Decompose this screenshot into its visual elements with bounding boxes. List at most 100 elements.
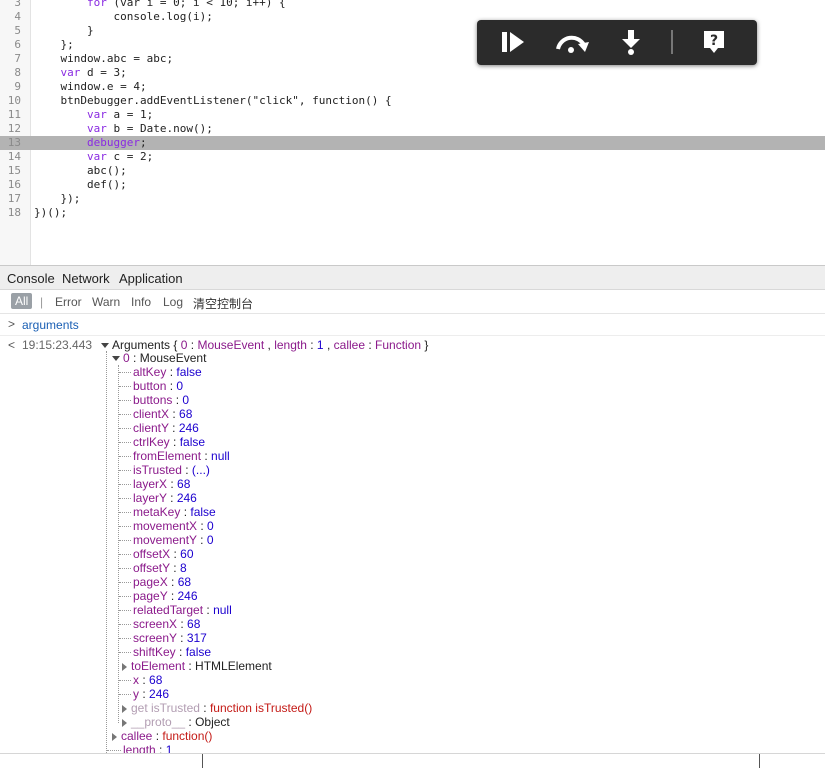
code-keyword: var [86,122,107,135]
line-number[interactable]: 4 [0,10,21,24]
filter-error[interactable]: Error [55,295,82,309]
code-content: }; [60,38,74,51]
prop-key: clientY [133,421,169,435]
line-number[interactable]: 3 [0,0,21,10]
line-number[interactable]: 16 [0,178,21,192]
panel-tab-bar: Console Network Application [0,265,825,290]
code-line[interactable]: 16 def(); [0,178,825,192]
collapsed-arrow-icon [112,732,117,741]
tree-item-toelement[interactable]: toElement : HTMLElement [122,659,272,673]
resume-icon [502,32,524,52]
code-keyword: var [86,150,107,163]
tab-network[interactable]: Network [62,271,110,286]
code-text: } [34,24,94,38]
line-number[interactable]: 10 [0,94,21,108]
tab-console[interactable]: Console [7,271,55,286]
tree-item-proto[interactable]: __proto__ : Object [122,715,230,729]
tree-item-getter[interactable]: get isTrusted : function isTrusted() [122,701,312,715]
step-over-icon [556,35,589,53]
tree-connector [119,610,131,611]
tree-connector [119,386,131,387]
prop-key: offsetX [133,547,171,561]
code-text: btnDebugger.addEventListener("click", fu… [34,94,392,108]
code-content: (var i = 0; i < 10; i++) { [106,0,286,9]
code-line[interactable]: 15 abc(); [0,164,825,178]
resume-button[interactable] [497,28,529,56]
prop-value: 60 [180,547,194,561]
tree-connector [119,526,131,527]
code-line[interactable]: 14 var c = 2; [0,150,825,164]
code-line[interactable]: 3 for (var i = 0; i < 10; i++) { [0,0,825,10]
toolbar-separator [671,30,673,54]
tree-item-property: button : 0 [133,379,184,393]
line-number[interactable]: 9 [0,80,21,94]
line-number[interactable]: 7 [0,52,21,66]
tab-application[interactable]: Application [119,271,183,286]
filter-info[interactable]: Info [131,295,151,309]
code-line[interactable]: 8 var d = 3; [0,66,825,80]
filter-log[interactable]: Log [163,295,183,309]
filter-warn[interactable]: Warn [92,295,120,309]
line-number[interactable]: 14 [0,150,21,164]
console-output[interactable]: > arguments < 19:15:23.443 Arguments { 0… [0,314,825,767]
tree-item-property: pageX : 68 [133,575,192,589]
tree-item-mouseevent[interactable]: 0 : MouseEvent [112,351,206,365]
tree-connector [119,512,131,513]
line-number[interactable]: 5 [0,24,21,38]
tree-item-property: relatedTarget : null [133,603,232,617]
tree-item-property: clientY : 246 [133,421,199,435]
code-content: console.log(i); [113,10,213,23]
arguments-object-summary[interactable]: Arguments { 0 : MouseEvent , length : 1 … [101,338,428,352]
prop-key: 0 [123,351,130,365]
tree-item-property: fromElement : null [133,449,230,463]
line-number[interactable]: 12 [0,122,21,136]
step-over-button[interactable] [553,28,591,56]
prop-value: function isTrusted() [209,701,313,715]
tree-item-property: isTrusted : (...) [133,463,210,477]
code-content: })(); [34,206,68,219]
line-number[interactable]: 11 [0,108,21,122]
clear-console-button[interactable]: 清空控制台 [193,295,253,312]
prop-key: buttons [133,393,173,407]
tree-connector [107,750,121,751]
help-button[interactable]: ? [698,28,730,56]
code-line[interactable]: 12 var b = Date.now(); [0,122,825,136]
prop-key: metaKey [133,505,181,519]
code-line[interactable]: 17 }); [0,192,825,206]
code-line[interactable]: 10 btnDebugger.addEventListener("click",… [0,94,825,108]
tree-item-property: movementY : 0 [133,533,214,547]
line-number[interactable]: 8 [0,66,21,80]
code-line[interactable]: 9 window.e = 4; [0,80,825,94]
code-line[interactable]: 11 var a = 1; [0,108,825,122]
step-into-button[interactable] [615,28,647,56]
line-number[interactable]: 17 [0,192,21,206]
line-number[interactable]: 6 [0,38,21,52]
tree-item-callee[interactable]: callee : function() [112,729,212,743]
code-line[interactable]: 18 })(); [0,206,825,220]
line-number[interactable]: 18 [0,206,21,220]
line-number[interactable]: 15 [0,164,21,178]
tree-connector [119,372,131,373]
code-text: for (var i = 0; i < 10; i++) { [34,0,286,10]
prop-value: 246 [177,589,198,603]
output-chevron-icon: < [8,338,16,352]
line-number[interactable]: 13 [0,136,21,150]
code-content: btnDebugger.addEventListener("click", fu… [60,94,392,107]
prop-key: y [133,687,139,701]
svg-text:?: ? [710,33,718,49]
prop-value: 68 [177,575,192,589]
tree-connector [119,540,131,541]
code-line[interactable]: 13 debugger; [0,136,825,150]
tree-connector [119,554,131,555]
code-text: def(); [34,178,127,192]
tree-item-property: pageY : 246 [133,589,198,603]
prop-key: isTrusted [133,463,182,477]
tree-item-property: layerY : 246 [133,491,197,505]
filter-all[interactable]: All [11,293,33,309]
console-prompt-input[interactable] [0,753,825,768]
